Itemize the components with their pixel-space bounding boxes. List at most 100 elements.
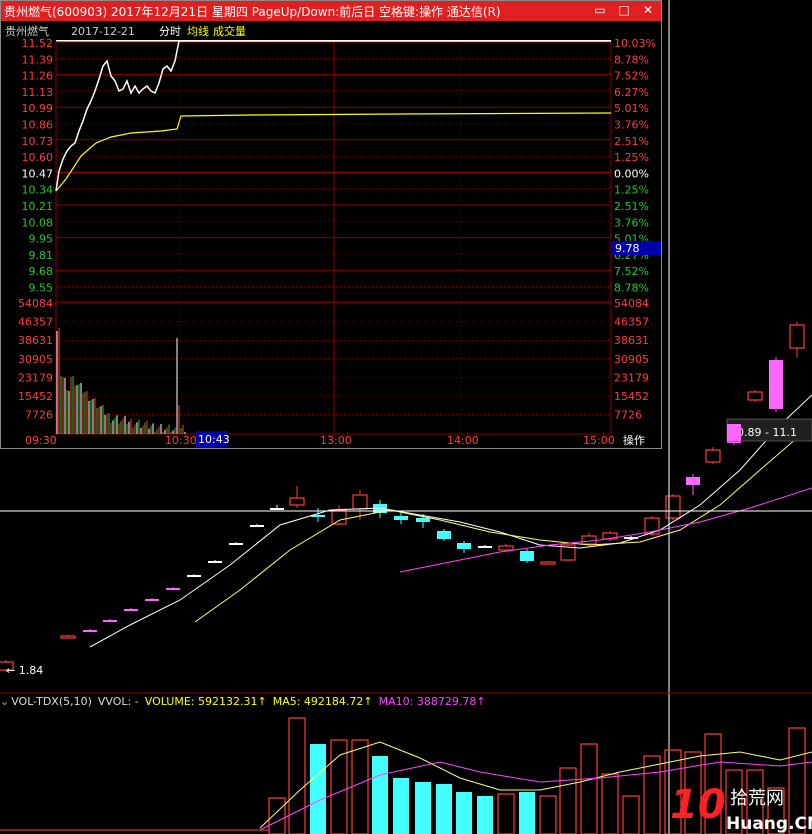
price-tick-label: 11.39 [22,53,54,66]
current-price: 9.78 [615,242,640,255]
cursor-time: 10:43 [198,433,230,446]
vol-tick-label: 15452 [18,390,53,403]
candle-body [581,535,597,545]
pct-tick-label: 3.76% [614,119,649,132]
vol-tick-label: 23179 [18,371,53,384]
operate-button[interactable]: 操作 [623,433,645,447]
volume-bar [288,717,306,834]
pct-tick-label: 1.25% [614,151,649,164]
candle-body [352,494,368,510]
price-tick-label: 10.60 [22,151,54,164]
time-tick-label: 09:30 [25,434,57,447]
candle-body [83,630,97,632]
candle-body [124,609,138,611]
pct-tick-label: 10.03% [614,37,656,50]
volume-bar [268,797,286,834]
intraday-popup-window[interactable]: 贵州燃气(600903) 2017年12月21日 星期四 PageUp/Down… [0,0,662,449]
candle-body [457,543,471,549]
price-tick-label: 11.26 [22,70,54,83]
candle-body [478,546,492,548]
watermark-cn: 拾荒网 [730,788,784,809]
maximize-icon[interactable]: □ [615,2,633,19]
pct-tick-label: 1.25% [614,184,649,197]
candle-body [60,635,76,639]
candle-body [520,551,534,561]
popup-titlebar[interactable]: 贵州燃气(600903) 2017年12月21日 星期四 PageUp/Down… [1,1,661,21]
candle-body [437,531,451,539]
pct-tick-label: 3.76% [614,216,649,229]
vol-tick-label: 30905 [18,353,53,366]
price-tick-label: 10.86 [22,119,54,132]
volume-bar [456,792,472,834]
vol-tick-label-right: 38631 [614,334,649,347]
avg-line-label: 均线 [187,24,209,38]
candle-body [208,561,222,563]
price-tick-label: 9.95 [29,233,54,246]
stock-name: 贵州燃气 [5,24,49,38]
volume-bar [351,739,369,834]
restore-icon[interactable]: ▭ [591,2,609,19]
candle-body [769,360,783,409]
price-tick-label: 10.99 [22,102,54,115]
candle-body [331,509,347,525]
pct-tick-label: 0.00% [614,167,649,180]
volume-bar [601,773,619,834]
vvol-value: VVOL: - [97,695,139,708]
vol-tick-label-right: 46357 [614,316,649,329]
volume-label: 成交量 [213,24,246,38]
chart-date: 2017-12-21 [71,25,135,38]
close-icon[interactable]: ✕ [639,2,657,19]
price-tick-label: 10.34 [22,184,54,197]
volume-bar [372,756,388,834]
volume-bar [330,739,348,834]
price-tick-label: 10.73 [22,135,54,148]
candle-body [250,525,264,527]
candle-body [416,518,430,522]
candle-body [789,324,805,349]
tooltip-candle [727,424,741,441]
vol-tick-label: 54084 [18,297,53,310]
candle-body [103,620,117,622]
candle-body [540,561,556,565]
volume-bar [519,792,535,834]
volume-bar [580,743,598,834]
price-tick-label: 9.68 [29,265,54,278]
watermark-logo: 10 拾荒网 Huang.CN [670,782,812,834]
pct-tick-label: 7.52% [614,265,649,278]
price-tick-label: 11.52 [22,37,54,50]
indicator-name[interactable]: VOL-TDX(5,10) [11,695,92,708]
price-tick-label: 10.08 [22,216,54,229]
ma10-value: MA10: 388729.78↑ [378,695,486,708]
candle-body [289,497,305,506]
pct-tick-label: 7.52% [614,70,649,83]
mode-label: 分时 [159,25,181,38]
candle-body [270,508,284,510]
intraday-chart[interactable]: 11.52 10.03% 11.39 8.78% 11.26 7.52% 11.13 6.27… [1,21,661,448]
watermark-number: 10 [670,782,726,828]
candle-body [665,495,681,519]
candle-body [166,588,180,590]
volume-bar [415,782,431,834]
pct-tick-label: 2.51% [614,200,649,213]
chevron-down-icon[interactable]: ⌄ [0,695,9,708]
volume-bar [436,784,452,834]
time-tick-label: 10:30 [165,434,197,447]
volume-bar [310,744,326,834]
vol-tick-label: 46357 [18,316,53,329]
vol-tick-label-right: 30905 [614,353,649,366]
volume-value: VOLUME: 592132.31↑ [144,695,267,708]
vol-tick-label: 7726 [25,409,53,422]
pct-tick-label: 6.27% [614,86,649,99]
candle-body [747,391,763,401]
pct-tick-label: 2.51% [614,135,649,148]
vol-tick-label-right: 15452 [614,390,649,403]
candle-body [187,575,201,577]
ma-line-magenta [399,487,812,573]
volume-bar [539,795,557,834]
time-tick-label: 14:00 [447,434,479,447]
vol-tick-label-right: 23179 [614,371,649,384]
candle-body [229,543,243,545]
candle-body [705,449,721,463]
price-tick-label: 9.55 [29,282,54,295]
pct-tick-label: 5.01% [614,102,649,115]
